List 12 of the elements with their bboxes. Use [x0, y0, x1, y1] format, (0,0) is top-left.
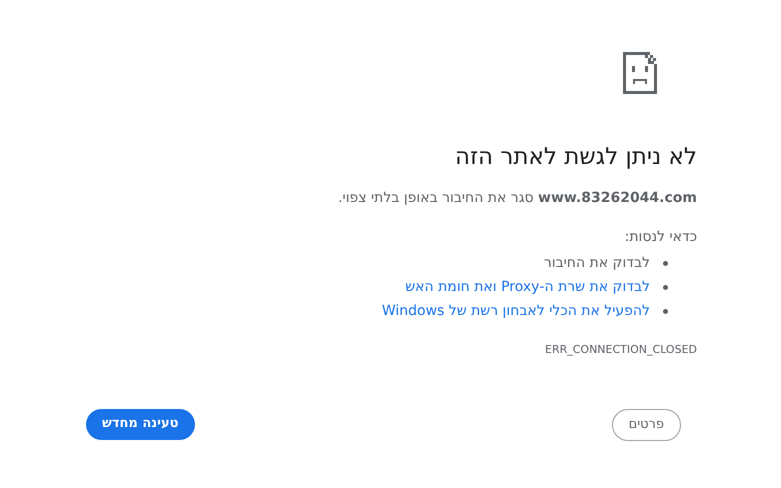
suggestion-link[interactable]: לבדוק את שרת ה-Proxy ואת חומת האש — [405, 275, 650, 299]
bullet-icon — [663, 260, 668, 266]
suggestion-link[interactable]: להפעיל את הכלי לאבחון רשת של Windows — [382, 299, 650, 323]
page-title: לא ניתן לגשת לאתר הזה — [454, 143, 697, 172]
suggestions-heading: כדאי לנסות: — [624, 228, 697, 247]
suggestion-text: לבדוק את החיבור — [544, 254, 650, 273]
bullet-icon — [663, 284, 668, 290]
sad-page-icon — [623, 52, 657, 94]
details-button[interactable]: פרטים — [612, 408, 681, 440]
reload-button[interactable]: טעינה מחדש — [86, 408, 195, 440]
bullet-icon — [663, 308, 668, 314]
error-code: ERR_CONNECTION_CLOSED — [544, 342, 697, 358]
